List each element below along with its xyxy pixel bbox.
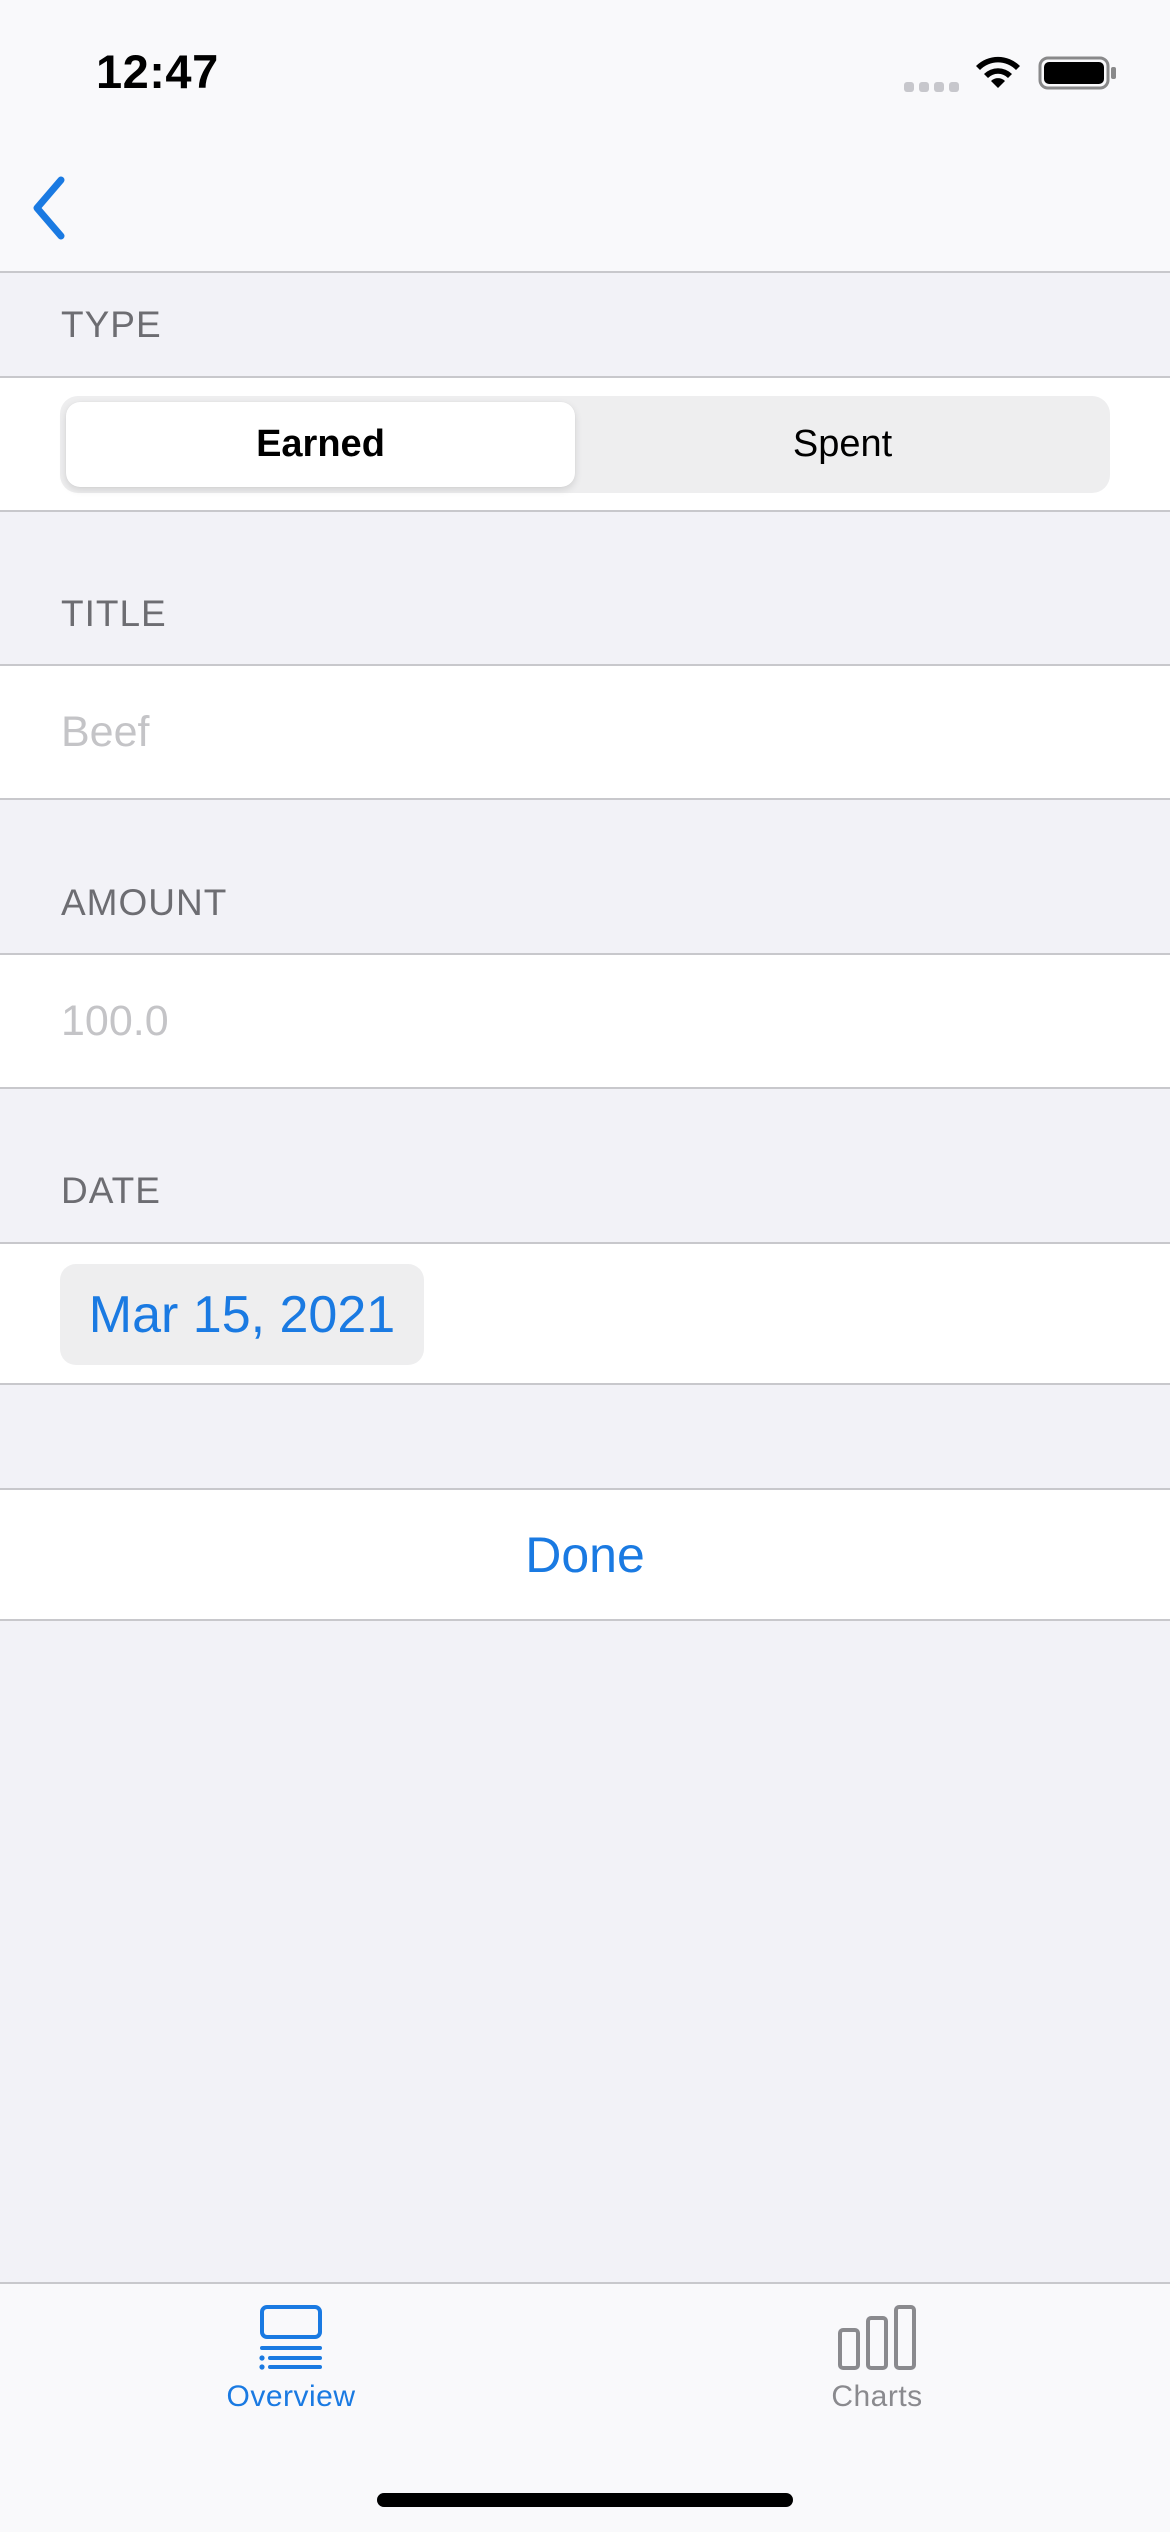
tab-overview[interactable]: Overview [141,2304,441,2414]
segment-earned[interactable]: Earned [66,402,575,487]
tab-overview-label: Overview [226,2380,356,2413]
amount-row [0,953,1170,1089]
title-row [0,664,1170,800]
wifi-icon [976,56,1020,88]
tab-charts[interactable]: Charts [727,2304,1027,2414]
title-input[interactable] [61,708,1061,757]
segment-spent[interactable]: Spent [581,402,1104,487]
type-section-header: TYPE [61,304,162,345]
status-time: 12:47 [96,45,219,98]
navigation-bar: 12:47 [0,0,1170,273]
chevron-left-icon [33,176,65,240]
done-button[interactable]: Done [0,1488,1170,1621]
cellular-signal-icon [904,82,959,92]
amount-input[interactable] [61,997,1061,1046]
back-button[interactable] [14,168,84,248]
tab-bar: Overview Charts [0,2282,1170,2532]
date-section-header: DATE [61,1170,161,1211]
tab-charts-label: Charts [831,2380,923,2413]
amount-section-header: AMOUNT [61,882,228,923]
type-segmented-control: Earned Spent [60,396,1110,493]
home-indicator[interactable] [377,2493,793,2507]
date-picker-button[interactable]: Mar 15, 2021 [60,1264,424,1365]
list-icon [259,2305,322,2370]
bar-chart-icon [838,2305,916,2370]
battery-icon [1038,56,1116,90]
title-section-header: TITLE [61,593,167,634]
